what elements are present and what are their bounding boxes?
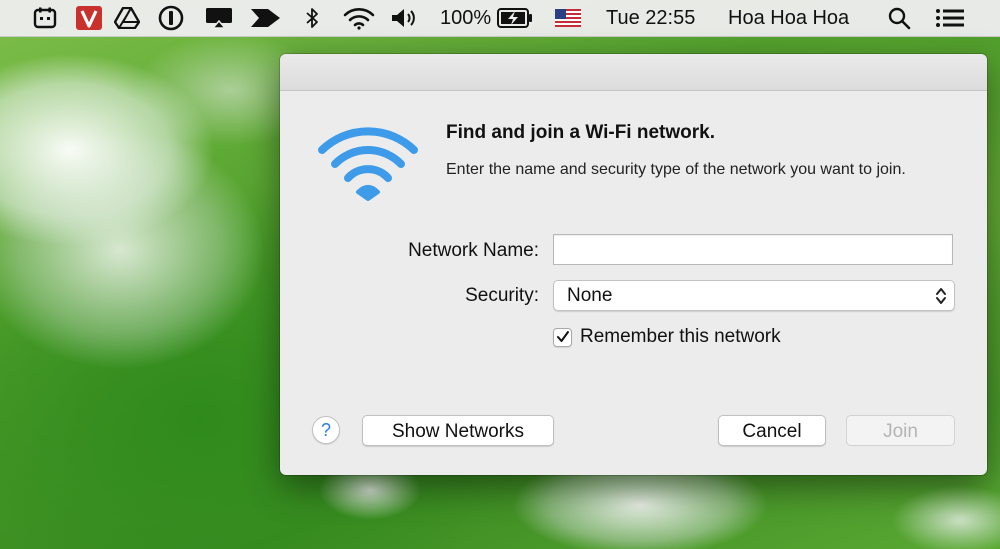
cancel-button[interactable]: Cancel [718,415,826,446]
dialog-heading: Find and join a Wi-Fi network. [446,122,715,143]
wifi-logo-icon [318,126,418,207]
onepassword-icon[interactable] [158,5,184,31]
remember-network-checkbox[interactable] [553,327,572,347]
join-wifi-dialog: Find and join a Wi-Fi network. Enter the… [280,54,987,475]
battery-icon[interactable] [496,6,534,30]
network-name-input[interactable] [553,234,953,265]
remember-network-row: Remember this network [553,325,781,349]
network-name-label: Network Name: [408,240,539,261]
battery-percent: 100% [440,7,492,29]
calendar-icon[interactable] [32,6,58,30]
updown-chevron-icon [934,286,948,311]
security-label: Security: [465,285,539,306]
search-icon[interactable] [886,6,912,30]
dialog-description: Enter the name and security type of the … [446,161,906,178]
airplay-icon[interactable] [204,6,234,30]
list-icon[interactable] [934,6,966,30]
menubar-clock[interactable]: Tue 22:55 [606,6,695,30]
join-button[interactable]: Join [846,415,955,446]
security-select-value: None [567,285,613,306]
menubar-user-name[interactable]: Hoa Hoa Hoa [728,6,849,30]
menu-bar: 100% Tue 22:55 Hoa Hoa Hoa [0,0,1000,37]
us-flag-icon[interactable] [554,6,582,30]
google-drive-icon[interactable] [114,6,140,30]
checkmark-icon [556,331,569,342]
dialog-titlebar[interactable] [280,54,987,91]
wifi-icon[interactable] [342,6,376,30]
security-select[interactable]: None [553,280,955,311]
arrow-icon[interactable] [250,6,282,30]
remember-network-label[interactable]: Remember this network [580,326,781,348]
help-button[interactable]: ? [312,416,340,444]
vivaldi-icon[interactable] [76,6,102,30]
show-networks-button[interactable]: Show Networks [362,415,554,446]
bluetooth-icon[interactable] [302,6,322,30]
volume-icon[interactable] [390,6,420,30]
